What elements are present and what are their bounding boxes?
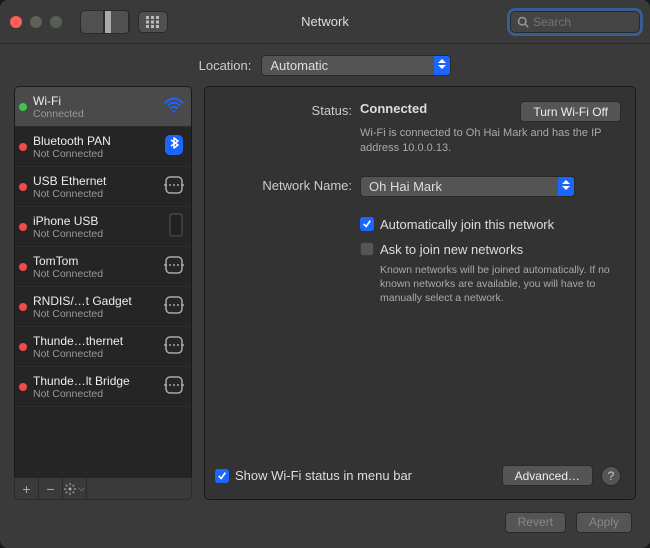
service-item[interactable]: iPhone USBNot Connected xyxy=(15,207,191,247)
add-service-button[interactable]: + xyxy=(15,478,39,500)
advanced-button[interactable]: Advanced… xyxy=(502,465,593,486)
service-status: Connected xyxy=(33,108,157,120)
nav-back-forward xyxy=(80,10,130,34)
status-sub: Wi-Fi is connected to Oh Hai Mark and ha… xyxy=(360,126,621,156)
network-name-value: Oh Hai Mark xyxy=(369,179,442,194)
service-status: Not Connected xyxy=(33,228,161,240)
status-dot-icon xyxy=(19,263,27,271)
search-input[interactable] xyxy=(533,15,650,29)
service-item[interactable]: Bluetooth PANNot Connected xyxy=(15,127,191,167)
service-item[interactable]: TomTomNot Connected xyxy=(15,247,191,287)
footer: Revert Apply xyxy=(0,500,650,548)
ethernet-icon xyxy=(163,294,185,319)
zoom-window-button[interactable] xyxy=(50,16,62,28)
status-label: Status: xyxy=(215,101,360,156)
popup-arrows-icon xyxy=(434,55,450,76)
ethernet-icon xyxy=(163,334,185,359)
service-name: Bluetooth PAN xyxy=(33,134,157,148)
bluetooth-icon xyxy=(163,134,185,159)
auto-join-checkbox[interactable]: Automatically join this network xyxy=(360,217,621,232)
close-window-button[interactable] xyxy=(10,16,22,28)
service-actions-button[interactable]: ⌵ xyxy=(63,478,87,500)
network-name-label: Network Name: xyxy=(215,176,360,197)
checkbox-icon xyxy=(215,469,229,483)
ethernet-icon xyxy=(163,374,185,399)
titlebar: Network xyxy=(0,0,650,44)
service-status: Not Connected xyxy=(33,268,157,280)
service-status: Not Connected xyxy=(33,388,157,400)
apply-button[interactable]: Apply xyxy=(576,512,632,533)
checkbox-icon xyxy=(360,217,374,231)
service-list[interactable]: Wi-FiConnectedBluetooth PANNot Connected… xyxy=(14,86,192,480)
content: Wi-FiConnectedBluetooth PANNot Connected… xyxy=(0,86,650,500)
service-status: Not Connected xyxy=(33,148,157,160)
service-name: RNDIS/…t Gadget xyxy=(33,294,157,308)
service-status: Not Connected xyxy=(33,308,157,320)
help-button[interactable]: ? xyxy=(601,466,621,486)
sidebar-toolbar: + − ⌵ xyxy=(14,478,192,500)
service-status: Not Connected xyxy=(33,348,157,360)
search-field[interactable] xyxy=(510,11,640,33)
gear-icon xyxy=(64,483,76,495)
service-name: USB Ethernet xyxy=(33,174,157,188)
status-value: Connected xyxy=(360,101,427,116)
detail-panel: Status: Connected Turn Wi-Fi Off Wi-Fi i… xyxy=(204,86,636,500)
status-dot-icon xyxy=(19,343,27,351)
status-dot-icon xyxy=(19,303,27,311)
back-button[interactable] xyxy=(81,11,105,33)
network-name-popup[interactable]: Oh Hai Mark xyxy=(360,176,575,197)
location-label: Location: xyxy=(199,58,252,73)
ethernet-icon xyxy=(163,254,185,279)
show-menu-label: Show Wi-Fi status in menu bar xyxy=(235,468,412,483)
service-name: TomTom xyxy=(33,254,157,268)
service-item[interactable]: USB EthernetNot Connected xyxy=(15,167,191,207)
status-dot-icon xyxy=(19,143,27,151)
ask-join-checkbox[interactable]: Ask to join new networks xyxy=(360,242,621,257)
ask-join-sub: Known networks will be joined automatica… xyxy=(360,263,621,306)
location-value: Automatic xyxy=(270,58,328,73)
service-name: iPhone USB xyxy=(33,214,161,228)
ethernet-icon xyxy=(163,174,185,199)
service-item[interactable]: RNDIS/…t GadgetNot Connected xyxy=(15,287,191,327)
service-item[interactable]: Thunde…thernetNot Connected xyxy=(15,327,191,367)
status-dot-icon xyxy=(19,383,27,391)
popup-arrows-icon xyxy=(558,176,574,197)
ask-join-label: Ask to join new networks xyxy=(380,242,523,257)
status-dot-icon xyxy=(19,183,27,191)
service-name: Wi-Fi xyxy=(33,94,157,108)
revert-button[interactable]: Revert xyxy=(505,512,566,533)
status-dot-icon xyxy=(19,103,27,111)
show-all-button[interactable] xyxy=(138,11,168,33)
network-preferences-window: Network Location: Automatic Wi-FiConnect… xyxy=(0,0,650,548)
turn-wifi-off-button[interactable]: Turn Wi-Fi Off xyxy=(520,101,621,122)
auto-join-label: Automatically join this network xyxy=(380,217,554,232)
show-menu-checkbox[interactable]: Show Wi-Fi status in menu bar xyxy=(215,468,412,483)
location-row: Location: Automatic xyxy=(0,44,650,86)
iphone-icon xyxy=(167,213,185,240)
checkbox-icon xyxy=(360,242,374,256)
service-name: Thunde…thernet xyxy=(33,334,157,348)
service-item[interactable]: Wi-FiConnected xyxy=(15,87,191,127)
service-item[interactable]: Thunde…lt BridgeNot Connected xyxy=(15,367,191,407)
service-name: Thunde…lt Bridge xyxy=(33,374,157,388)
sidebar-wrap: Wi-FiConnectedBluetooth PANNot Connected… xyxy=(14,86,192,500)
remove-service-button[interactable]: − xyxy=(39,478,63,500)
forward-button[interactable] xyxy=(105,11,129,33)
search-icon xyxy=(517,16,529,28)
service-status: Not Connected xyxy=(33,188,157,200)
traffic-lights xyxy=(10,16,62,28)
minimize-window-button[interactable] xyxy=(30,16,42,28)
status-dot-icon xyxy=(19,223,27,231)
location-popup[interactable]: Automatic xyxy=(261,55,451,76)
wifi-icon xyxy=(163,95,185,118)
